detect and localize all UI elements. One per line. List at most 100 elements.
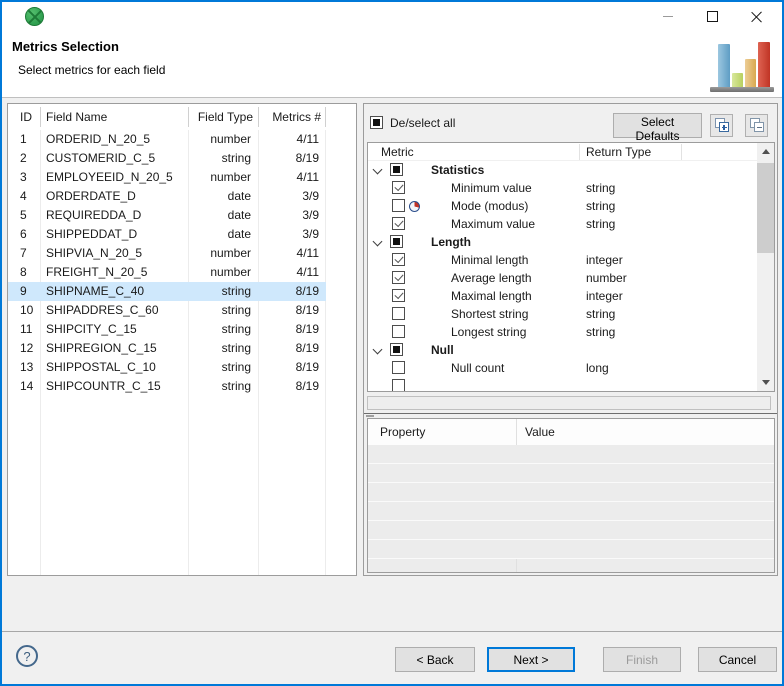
column-header-return-type[interactable]: Return Type <box>586 143 651 161</box>
tree-scrollbar[interactable] <box>757 143 774 391</box>
back-button[interactable]: < Back <box>395 647 475 672</box>
tree-metric-row[interactable]: Average lengthnumber <box>368 269 757 287</box>
table-row[interactable]: 7SHIPVIA_N_20_5number4/11 <box>8 244 356 263</box>
metric-checkbox[interactable] <box>392 289 405 302</box>
cell-name: SHIPPEDDAT_D <box>46 225 137 244</box>
page-title: Metrics Selection <box>12 39 119 54</box>
next-button[interactable]: Next > <box>487 647 575 672</box>
column-header-metric[interactable]: Metric <box>381 143 414 161</box>
tree-metric-row[interactable]: Longest stringstring <box>368 323 757 341</box>
close-button[interactable] <box>740 3 772 29</box>
metric-checkbox[interactable] <box>392 217 405 230</box>
page-subtitle: Select metrics for each field <box>18 63 165 77</box>
tree-metric-row-partial[interactable] <box>368 377 757 392</box>
tree-group-row[interactable]: Length <box>368 233 757 251</box>
cell-type: number <box>210 130 251 149</box>
table-row[interactable]: 10SHIPADDRES_C_60string8/19 <box>8 301 356 320</box>
column-header-value[interactable]: Value <box>525 419 555 445</box>
metric-label: Minimal length <box>451 251 528 269</box>
cell-id: 7 <box>20 244 27 263</box>
scrollbar-thumb[interactable] <box>757 163 774 253</box>
cancel-button[interactable]: Cancel <box>698 647 777 672</box>
group-checkbox[interactable] <box>390 343 403 356</box>
column-header-id[interactable]: ID <box>20 104 32 130</box>
cell-metrics: 4/11 <box>297 130 319 149</box>
table-row[interactable]: 4ORDERDATE_Ddate3/9 <box>8 187 356 206</box>
column-header-name[interactable]: Field Name <box>46 104 107 130</box>
metric-checkbox[interactable] <box>392 379 405 392</box>
table-row[interactable]: 12SHIPREGION_C_15string8/19 <box>8 339 356 358</box>
chevron-down-icon[interactable] <box>373 345 383 355</box>
scroll-down-icon <box>762 380 770 385</box>
table-row[interactable]: 14SHIPCOUNTR_C_15string8/19 <box>8 377 356 396</box>
splitter-handle[interactable] <box>364 413 777 417</box>
property-row[interactable] <box>368 521 774 540</box>
scroll-down-button[interactable] <box>757 374 774 391</box>
tree-metric-row[interactable]: Minimum valuestring <box>368 179 757 197</box>
cell-name: ORDERID_N_20_5 <box>46 130 150 149</box>
metric-label: Average length <box>451 269 532 287</box>
collapse-all-button[interactable] <box>745 114 768 137</box>
header-separator <box>681 144 682 160</box>
chart-base <box>710 87 774 92</box>
tree-metric-row[interactable]: Shortest stringstring <box>368 305 757 323</box>
table-row[interactable]: 9SHIPNAME_C_40string8/19 <box>8 282 356 301</box>
deselect-all-checkbox[interactable] <box>370 116 383 129</box>
metric-checkbox[interactable] <box>392 271 405 284</box>
expand-all-button[interactable] <box>710 114 733 137</box>
column-header-metrics[interactable]: Metrics # <box>258 104 321 130</box>
tree-metric-row[interactable]: Maximal lengthinteger <box>368 287 757 305</box>
header-separator <box>188 107 189 127</box>
maximize-button[interactable] <box>696 3 728 29</box>
table-row[interactable]: 8FREIGHT_N_20_5number4/11 <box>8 263 356 282</box>
tree-group-row[interactable]: Null <box>368 341 757 359</box>
metric-checkbox[interactable] <box>392 199 405 212</box>
help-icon: ? <box>23 649 30 664</box>
cell-name: CUSTOMERID_C_5 <box>46 149 155 168</box>
property-row[interactable] <box>368 483 774 502</box>
chevron-down-icon[interactable] <box>373 237 383 247</box>
column-header-type[interactable]: Field Type <box>188 104 253 130</box>
status-strip <box>367 396 771 410</box>
cell-name: REQUIREDDA_D <box>46 206 141 225</box>
tree-metric-row[interactable]: Mode (modus)string <box>368 197 757 215</box>
metric-return-type: integer <box>586 251 623 269</box>
metric-checkbox[interactable] <box>392 253 405 266</box>
tree-group-row[interactable]: Statistics <box>368 161 757 179</box>
table-row[interactable]: 1ORDERID_N_20_5number4/11 <box>8 130 356 149</box>
group-label: Null <box>431 341 454 359</box>
table-row[interactable]: 13SHIPPOSTAL_C_10string8/19 <box>8 358 356 377</box>
property-row[interactable] <box>368 540 774 559</box>
chart-bar-green <box>732 73 743 88</box>
table-row[interactable]: 2CUSTOMERID_C_5string8/19 <box>8 149 356 168</box>
scroll-up-button[interactable] <box>757 143 774 160</box>
column-header-property[interactable]: Property <box>380 419 425 445</box>
metric-checkbox[interactable] <box>392 181 405 194</box>
header-separator <box>40 107 41 127</box>
chevron-down-icon[interactable] <box>373 165 383 175</box>
property-row[interactable] <box>368 502 774 521</box>
table-row[interactable]: 6SHIPPEDDAT_Ddate3/9 <box>8 225 356 244</box>
tree-metric-row[interactable]: Minimal length integer <box>368 251 757 269</box>
table-row[interactable]: 11SHIPCITY_C_15string8/19 <box>8 320 356 339</box>
table-row[interactable]: 5REQUIREDDA_Ddate3/9 <box>8 206 356 225</box>
table-row[interactable]: 3EMPLOYEEID_N_20_5number4/11 <box>8 168 356 187</box>
metric-checkbox[interactable] <box>392 361 405 374</box>
cell-metrics: 8/19 <box>296 301 319 320</box>
property-row[interactable] <box>368 445 774 464</box>
tree-metric-row[interactable]: Maximum valuestring <box>368 215 757 233</box>
cell-metrics: 8/19 <box>296 320 319 339</box>
maximize-icon <box>707 11 718 22</box>
cell-name: SHIPPOSTAL_C_10 <box>46 358 156 377</box>
group-checkbox[interactable] <box>390 163 403 176</box>
tree-metric-row[interactable]: Null countlong <box>368 359 757 377</box>
help-button[interactable]: ? <box>16 645 38 667</box>
metric-return-type: string <box>586 305 615 323</box>
cell-id: 9 <box>20 282 27 301</box>
metrics-selection-dialog: Metrics Selection Select metrics for eac… <box>0 0 784 686</box>
metric-checkbox[interactable] <box>392 307 405 320</box>
select-defaults-button[interactable]: Select Defaults <box>613 113 702 138</box>
group-checkbox[interactable] <box>390 235 403 248</box>
property-row[interactable] <box>368 464 774 483</box>
metric-checkbox[interactable] <box>392 325 405 338</box>
